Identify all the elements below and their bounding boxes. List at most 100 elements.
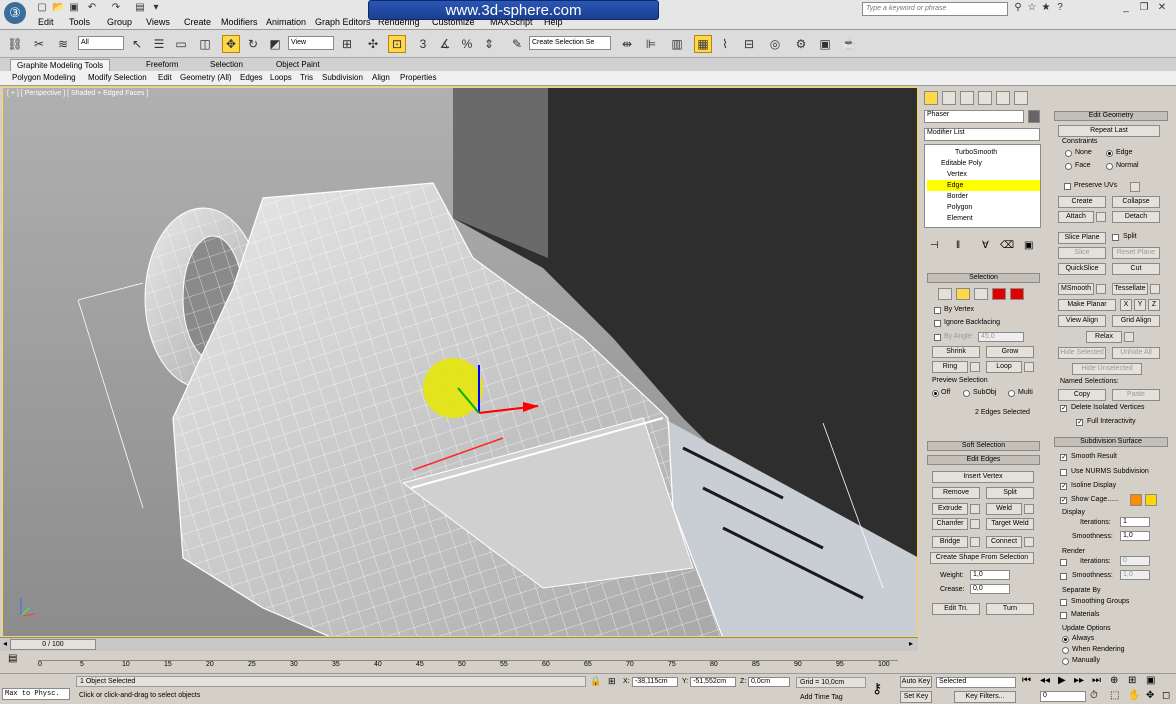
spinner-snap-icon[interactable]: ⇕ — [480, 35, 498, 53]
crease-spinner[interactable]: 0,0 — [970, 584, 1010, 594]
ribbon-geometry-all[interactable]: Geometry (All) — [180, 73, 232, 82]
remove-button[interactable]: Remove — [932, 487, 980, 499]
ribbon-modify-selection[interactable]: Modify Selection — [88, 73, 147, 82]
next-key-icon[interactable]: ▸▸ — [1074, 675, 1084, 686]
shrink-button[interactable]: Shrink — [932, 346, 980, 358]
constraint-normal-radio[interactable] — [1106, 163, 1113, 170]
attach-button[interactable]: Attach — [1058, 211, 1094, 223]
create-tab-icon[interactable] — [924, 91, 938, 105]
workspace-icon[interactable]: ▾ — [150, 2, 162, 14]
pivot-center-icon[interactable]: ⊞ — [338, 35, 356, 53]
orbit-icon[interactable]: ✥ — [1146, 690, 1154, 701]
render-production-icon[interactable]: ☕ — [840, 35, 858, 53]
set-key-button[interactable]: Set Key — [900, 691, 932, 703]
tessellate-button[interactable]: Tessellate — [1112, 283, 1148, 295]
preserve-uvs-settings-icon[interactable] — [1130, 182, 1140, 192]
key-filters-button[interactable]: Key Filters... — [954, 691, 1016, 703]
rect-selection-icon[interactable]: ▭ — [172, 35, 190, 53]
weight-spinner[interactable]: 1,0 — [970, 570, 1010, 580]
play-icon[interactable]: ▶ — [1058, 675, 1066, 686]
show-end-result-icon[interactable]: ǁ — [956, 240, 960, 251]
stack-item-edge[interactable]: Edge — [927, 180, 1040, 191]
msmooth-button[interactable]: MSmooth — [1058, 283, 1094, 295]
slice-plane-button[interactable]: Slice Plane — [1058, 232, 1106, 244]
binoculars-icon[interactable]: ⚲ — [1012, 2, 1024, 14]
menu-animation[interactable]: Animation — [266, 17, 306, 27]
close-icon[interactable]: ✕ — [1156, 2, 1168, 14]
render-iterations-spinner[interactable]: 0 — [1120, 556, 1150, 566]
attach-list-icon[interactable] — [1096, 212, 1106, 222]
display-tab-icon[interactable] — [996, 91, 1010, 105]
angle-snap-icon[interactable]: ∡ — [436, 35, 454, 53]
layer-manager-icon[interactable]: ▥ — [668, 35, 686, 53]
menu-group[interactable]: Group — [107, 17, 132, 27]
constraint-none-radio[interactable] — [1065, 150, 1072, 157]
relax-button[interactable]: Relax — [1086, 331, 1122, 343]
key-icon[interactable]: ⚷ — [872, 680, 882, 697]
render-setup-icon[interactable]: ⚙ — [792, 35, 810, 53]
ribbon-subdivision[interactable]: Subdivision — [322, 73, 363, 82]
project-icon[interactable]: ▤ — [134, 2, 146, 14]
key-mode-dropdown[interactable]: Selected — [936, 677, 1016, 688]
maxscript-listener[interactable]: Max to Physc. — [2, 688, 70, 700]
collapse-button[interactable]: Collapse — [1112, 196, 1160, 208]
use-nurms-checkbox[interactable] — [1060, 469, 1067, 476]
x-coord-field[interactable]: -38,115cm — [632, 677, 678, 687]
stack-item-editable-poly[interactable]: Editable Poly — [927, 158, 1040, 169]
copy-button[interactable]: Copy — [1058, 389, 1106, 401]
edit-edges-rollout-header[interactable]: Edit Edges — [927, 455, 1040, 465]
align-icon[interactable]: ⊫ — [642, 35, 660, 53]
update-manually-radio[interactable] — [1062, 658, 1069, 665]
schematic-view-icon[interactable]: ⊟ — [740, 35, 758, 53]
chamfer-settings-icon[interactable] — [970, 519, 980, 529]
paste-button[interactable]: Paste — [1112, 389, 1160, 401]
ribbon-tris[interactable]: Tris — [300, 73, 313, 82]
object-name-field[interactable]: Phaser — [924, 110, 1024, 123]
tab-object-paint[interactable]: Object Paint — [270, 59, 326, 71]
edit-named-selection-icon[interactable]: ✎ — [508, 35, 526, 53]
detach-button[interactable]: Detach — [1112, 211, 1160, 223]
viewport-label[interactable]: [ + ] [ Perspective ] [ Shaded + Edged F… — [7, 90, 148, 97]
extrude-button[interactable]: Extrude — [932, 503, 968, 515]
subdivision-surface-rollout-header[interactable]: Subdivision Surface — [1054, 437, 1168, 447]
bind-space-warp-icon[interactable]: ≋ — [54, 35, 72, 53]
ring-spinner[interactable] — [970, 362, 980, 372]
slice-button[interactable]: Slice — [1058, 247, 1106, 259]
window-crossing-icon[interactable]: ◫ — [196, 35, 214, 53]
zoom-extents-icon[interactable]: ▣ — [1146, 675, 1155, 686]
connect-button[interactable]: Connect — [986, 536, 1022, 548]
utilities-tab-icon[interactable] — [1014, 91, 1028, 105]
prev-key-icon[interactable]: ◂◂ — [1040, 675, 1050, 686]
track-bar[interactable]: ▤ 0 5 10 15 20 25 30 35 40 45 50 55 60 65 70 75 80 85 90 95… — [0, 651, 918, 673]
open-icon[interactable]: 📂 — [52, 2, 64, 14]
loop-spinner[interactable] — [1024, 362, 1034, 372]
make-planar-button[interactable]: Make Planar — [1058, 299, 1116, 311]
view-align-button[interactable]: View Align — [1058, 315, 1106, 327]
redo-icon[interactable]: ↷ — [110, 2, 122, 14]
star-icon[interactable]: ★ — [1040, 2, 1052, 14]
update-when-rendering-radio[interactable] — [1062, 647, 1069, 654]
next-frame-icon[interactable]: ▸ — [906, 639, 916, 651]
ribbon-align[interactable]: Align — [372, 73, 390, 82]
time-config-icon[interactable]: ⏱ — [1090, 690, 1098, 701]
grid-align-button[interactable]: Grid Align — [1112, 315, 1160, 327]
bridge-button[interactable]: Bridge — [932, 536, 968, 548]
extrude-settings-icon[interactable] — [970, 504, 980, 514]
constraint-edge-radio[interactable] — [1106, 150, 1113, 157]
lock-selection-icon[interactable]: 🔒 — [590, 676, 601, 687]
edit-tri-button[interactable]: Edit Tri. — [932, 603, 980, 615]
menu-modifiers[interactable]: Modifiers — [221, 17, 258, 27]
save-icon[interactable]: ▣ — [68, 2, 80, 14]
motion-tab-icon[interactable] — [978, 91, 992, 105]
z-coord-field[interactable]: 0,0cm — [748, 677, 790, 687]
cut-button[interactable]: Cut — [1112, 263, 1160, 275]
quickslice-button[interactable]: QuickSlice — [1058, 263, 1106, 275]
reference-coord-dropdown[interactable]: View — [288, 36, 334, 50]
edit-geometry-rollout-header[interactable]: Edit Geometry — [1054, 111, 1168, 121]
stack-item-vertex[interactable]: Vertex — [927, 169, 1040, 180]
object-color-swatch[interactable] — [1028, 110, 1040, 123]
ring-button[interactable]: Ring — [932, 361, 968, 373]
hide-selected-button[interactable]: Hide Selected — [1058, 347, 1106, 359]
ribbon-edges[interactable]: Edges — [240, 73, 263, 82]
split-checkbox[interactable] — [1112, 234, 1119, 241]
